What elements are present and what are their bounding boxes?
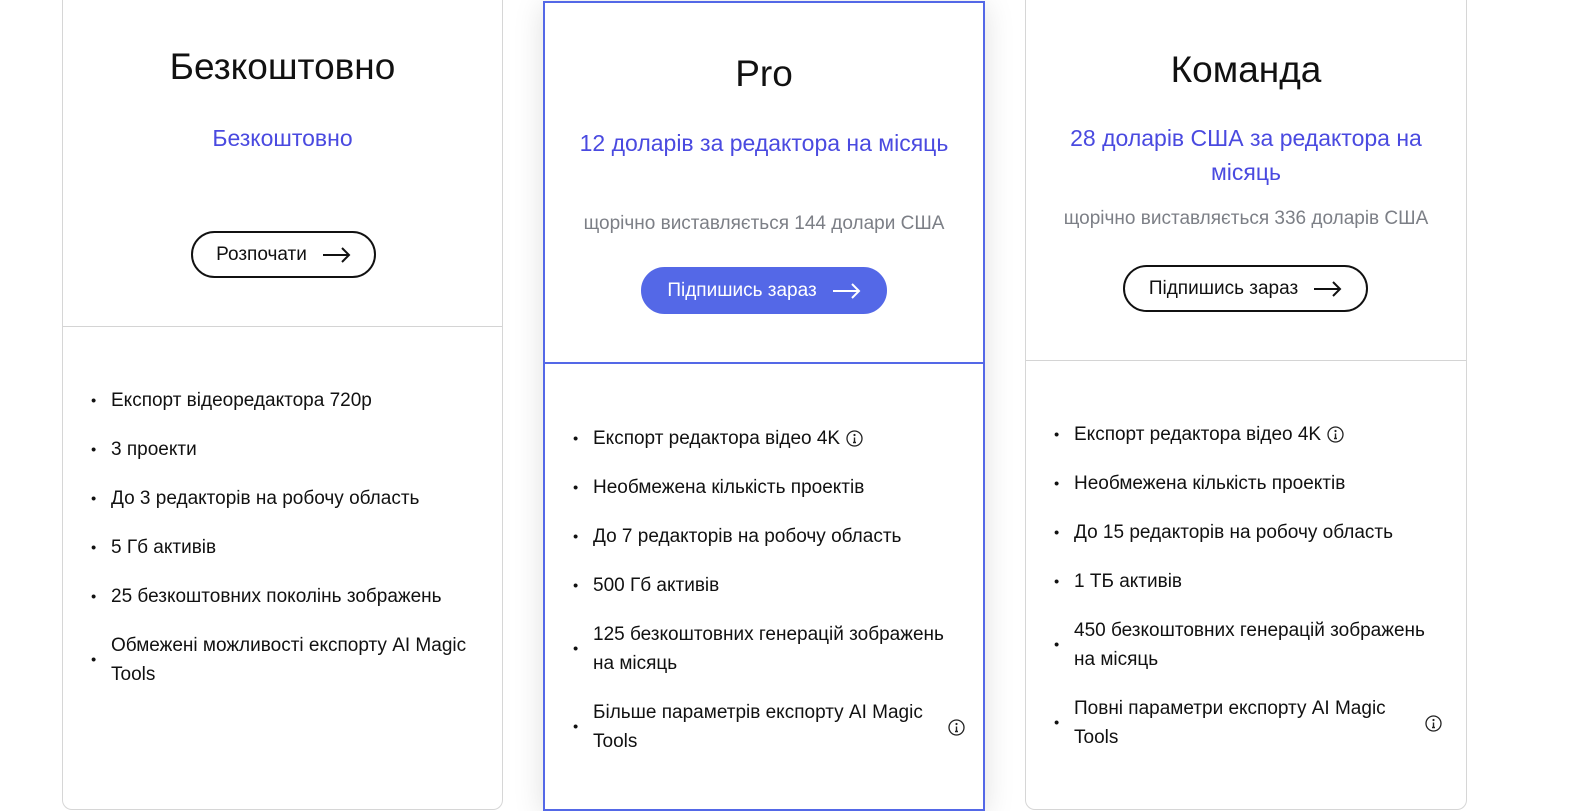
feature-item: 125 безкоштовних генерацій зображень на …: [573, 620, 965, 678]
plan-divider: [1026, 360, 1466, 361]
plan-price: Безкоштовно: [212, 125, 353, 151]
plan-divider: [63, 326, 502, 327]
feature-item: 5 Гб активів: [91, 533, 481, 562]
subscribe-now-button[interactable]: Підпишись зараз: [1123, 265, 1368, 312]
plan-card-pro: Pro 12 доларів за редактора на місяць що…: [543, 1, 985, 811]
feature-item: 3 проекти: [91, 435, 481, 464]
feature-item: Обмежені можливості експорту AI Magic To…: [91, 631, 481, 689]
button-label: Розпочати: [216, 243, 307, 265]
button-label: Підпишись зараз: [667, 279, 817, 301]
feature-item: Необмежена кількість проектів: [1054, 469, 1442, 498]
feature-text: Обмежені можливості експорту AI Magic To…: [111, 635, 467, 685]
feature-item: До 15 редакторів на робочу область: [1054, 518, 1442, 547]
plan-title: Команда: [1170, 49, 1322, 90]
feature-item: Експорт редактора відео 4K: [573, 424, 965, 453]
feature-text: 500 Гб активів: [593, 575, 720, 596]
plan-title: Безкоштовно: [169, 46, 396, 87]
plan-title: Pro: [735, 53, 793, 94]
feature-item: 1 ТБ активів: [1054, 567, 1442, 596]
arrow-right-icon: [1314, 280, 1342, 297]
feature-text: Необмежена кількість проектів: [1074, 473, 1346, 494]
feature-text: Експорт відеоредактора 720p: [111, 390, 372, 411]
plan-price: 12 доларів за редактора на місяць: [579, 130, 949, 156]
get-started-button[interactable]: Розпочати: [191, 231, 376, 278]
plan-billing-note: щорічно виставляється 144 долари США: [583, 213, 945, 234]
feature-list: Експорт відеоредактора 720p 3 проекти До 3…: [91, 386, 481, 709]
feature-item: 25 безкоштовних поколінь зображень: [91, 582, 481, 611]
feature-item: 500 Гб активів: [573, 571, 965, 600]
feature-item: Експорт відеоредактора 720p: [91, 386, 481, 415]
feature-text: 125 безкоштовних генерацій зображень на …: [593, 624, 944, 674]
plan-price: 28 доларів США за редактора на місяць: [1070, 125, 1422, 185]
feature-text: Повні параметри експорту AI Magic Tools: [1074, 698, 1386, 748]
feature-list: Експорт редактора відео 4K Необмежена кіл…: [1054, 420, 1442, 772]
feature-item: Необмежена кількість проектів: [573, 473, 965, 502]
feature-item: Експорт редактора відео 4K: [1054, 420, 1442, 449]
feature-text: Більше параметрів експорту AI Magic Tool…: [593, 702, 923, 752]
feature-text: Експорт редактора відео 4K: [593, 428, 841, 449]
info-circle-icon[interactable]: [1425, 714, 1442, 732]
feature-text: 1 ТБ активів: [1074, 571, 1183, 592]
subscribe-now-button[interactable]: Підпишись зараз: [641, 267, 887, 314]
feature-text: 5 Гб активів: [111, 537, 217, 558]
feature-text: Експорт редактора відео 4K: [1074, 424, 1322, 445]
arrow-right-icon: [832, 282, 861, 299]
feature-text: 450 безкоштовних генерацій зображень на …: [1074, 620, 1425, 670]
feature-item: До 3 редакторів на робочу область: [91, 484, 481, 513]
plan-card-team: Команда 28 доларів США за редактора на м…: [1025, 0, 1467, 810]
plan-divider: [545, 362, 983, 364]
feature-item: Більше параметрів експорту AI Magic Tool…: [573, 698, 965, 756]
info-circle-icon[interactable]: [948, 718, 965, 736]
info-circle-icon[interactable]: [846, 430, 863, 447]
feature-text: До 15 редакторів на робочу область: [1074, 522, 1393, 543]
feature-text: Необмежена кількість проектів: [593, 477, 865, 498]
feature-item: 450 безкоштовних генерацій зображень на …: [1054, 616, 1442, 674]
feature-text: До 3 редакторів на робочу область: [111, 488, 420, 509]
feature-list: Експорт редактора відео 4K Необмежена кіл…: [573, 424, 965, 776]
feature-text: 25 безкоштовних поколінь зображень: [111, 586, 442, 607]
plan-billing-note: щорічно виставляється 336 доларів США: [1063, 208, 1429, 229]
button-label: Підпишись зараз: [1148, 277, 1299, 299]
info-circle-icon[interactable]: [1327, 426, 1344, 443]
feature-item: До 7 редакторів на робочу область: [573, 522, 965, 551]
feature-text: 3 проекти: [111, 439, 197, 460]
plan-card-free: Безкоштовно Безкоштовно Розпочати Експор…: [62, 0, 503, 810]
feature-item: Повні параметри експорту AI Magic Tools: [1054, 694, 1442, 752]
arrow-right-icon: [322, 246, 351, 263]
feature-text: До 7 редакторів на робочу область: [593, 526, 902, 547]
